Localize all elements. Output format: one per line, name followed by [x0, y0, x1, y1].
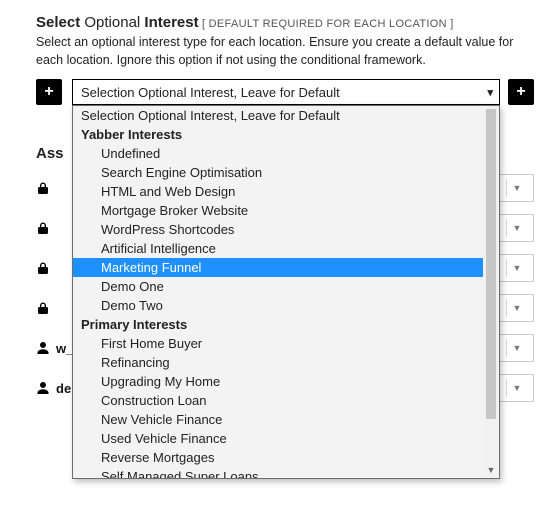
dropdown-option[interactable]: Demo One	[73, 277, 483, 296]
heading-bold-1: Select	[36, 14, 80, 31]
add-left-button[interactable]: +	[36, 79, 62, 105]
dropdown-option[interactable]: Undefined	[73, 144, 483, 163]
caret-down-icon: ▼	[509, 183, 525, 193]
select-divider	[506, 339, 507, 357]
heading-bold-2: Interest	[144, 14, 198, 31]
dropdown-option[interactable]: Demo Two	[73, 296, 483, 315]
interest-select[interactable]: Selection Optional Interest, Leave for D…	[72, 79, 500, 105]
dropdown-option[interactable]: Used Vehicle Finance	[73, 429, 483, 448]
interest-dropdown[interactable]: Selection Optional Interest, Leave for D…	[72, 105, 500, 479]
caret-down-icon: ▼	[509, 383, 525, 393]
dropdown-option[interactable]: HTML and Web Design	[73, 182, 483, 201]
dropdown-option[interactable]: Marketing Funnel	[73, 258, 483, 277]
dropdown-group-label: Primary Interests	[73, 315, 483, 334]
dropdown-option-default[interactable]: Selection Optional Interest, Leave for D…	[73, 106, 483, 125]
select-divider	[506, 379, 507, 397]
lock-icon	[36, 261, 56, 275]
dropdown-scrollbar[interactable]: ▼	[484, 107, 498, 477]
person-icon	[36, 341, 56, 355]
dropdown-option[interactable]: Refinancing	[73, 353, 483, 372]
heading-hint: [ DEFAULT REQUIRED FOR EACH LOCATION ]	[199, 18, 454, 30]
dropdown-option[interactable]: Construction Loan	[73, 391, 483, 410]
scroll-down-icon[interactable]: ▼	[484, 463, 498, 477]
select-divider	[506, 259, 507, 277]
heading-normal: Optional	[80, 14, 144, 31]
lock-icon	[36, 181, 56, 195]
lock-icon	[36, 221, 56, 235]
caret-down-icon: ▼	[509, 263, 525, 273]
lock-icon	[36, 301, 56, 315]
add-right-button[interactable]: +	[508, 79, 534, 105]
dropdown-option[interactable]: WordPress Shortcodes	[73, 220, 483, 239]
interest-select-row: + Selection Optional Interest, Leave for…	[36, 79, 534, 105]
dropdown-option[interactable]: New Vehicle Finance	[73, 410, 483, 429]
select-divider	[506, 179, 507, 197]
dropdown-option[interactable]: Upgrading My Home	[73, 372, 483, 391]
dropdown-option[interactable]: Mortgage Broker Website	[73, 201, 483, 220]
interest-select-wrap: Selection Optional Interest, Leave for D…	[72, 79, 500, 105]
section-description: Select an optional interest type for eac…	[36, 33, 534, 69]
dropdown-option[interactable]: Reverse Mortgages	[73, 448, 483, 467]
chevron-down-icon: ▾	[487, 86, 493, 99]
select-divider	[506, 299, 507, 317]
caret-down-icon: ▼	[509, 343, 525, 353]
caret-down-icon: ▼	[509, 303, 525, 313]
caret-down-icon: ▼	[509, 223, 525, 233]
interest-select-value: Selection Optional Interest, Leave for D…	[81, 85, 340, 100]
dropdown-group-label: Yabber Interests	[73, 125, 483, 144]
dropdown-option[interactable]: Self Managed Super Loans	[73, 467, 483, 478]
scrollbar-thumb[interactable]	[486, 109, 496, 419]
dropdown-option[interactable]: Search Engine Optimisation	[73, 163, 483, 182]
select-divider	[506, 219, 507, 237]
person-icon	[36, 381, 56, 395]
dropdown-option[interactable]: First Home Buyer	[73, 334, 483, 353]
dropdown-option[interactable]: Artificial Intelligence	[73, 239, 483, 258]
section-heading: Select Optional Interest [ DEFAULT REQUI…	[36, 14, 534, 31]
